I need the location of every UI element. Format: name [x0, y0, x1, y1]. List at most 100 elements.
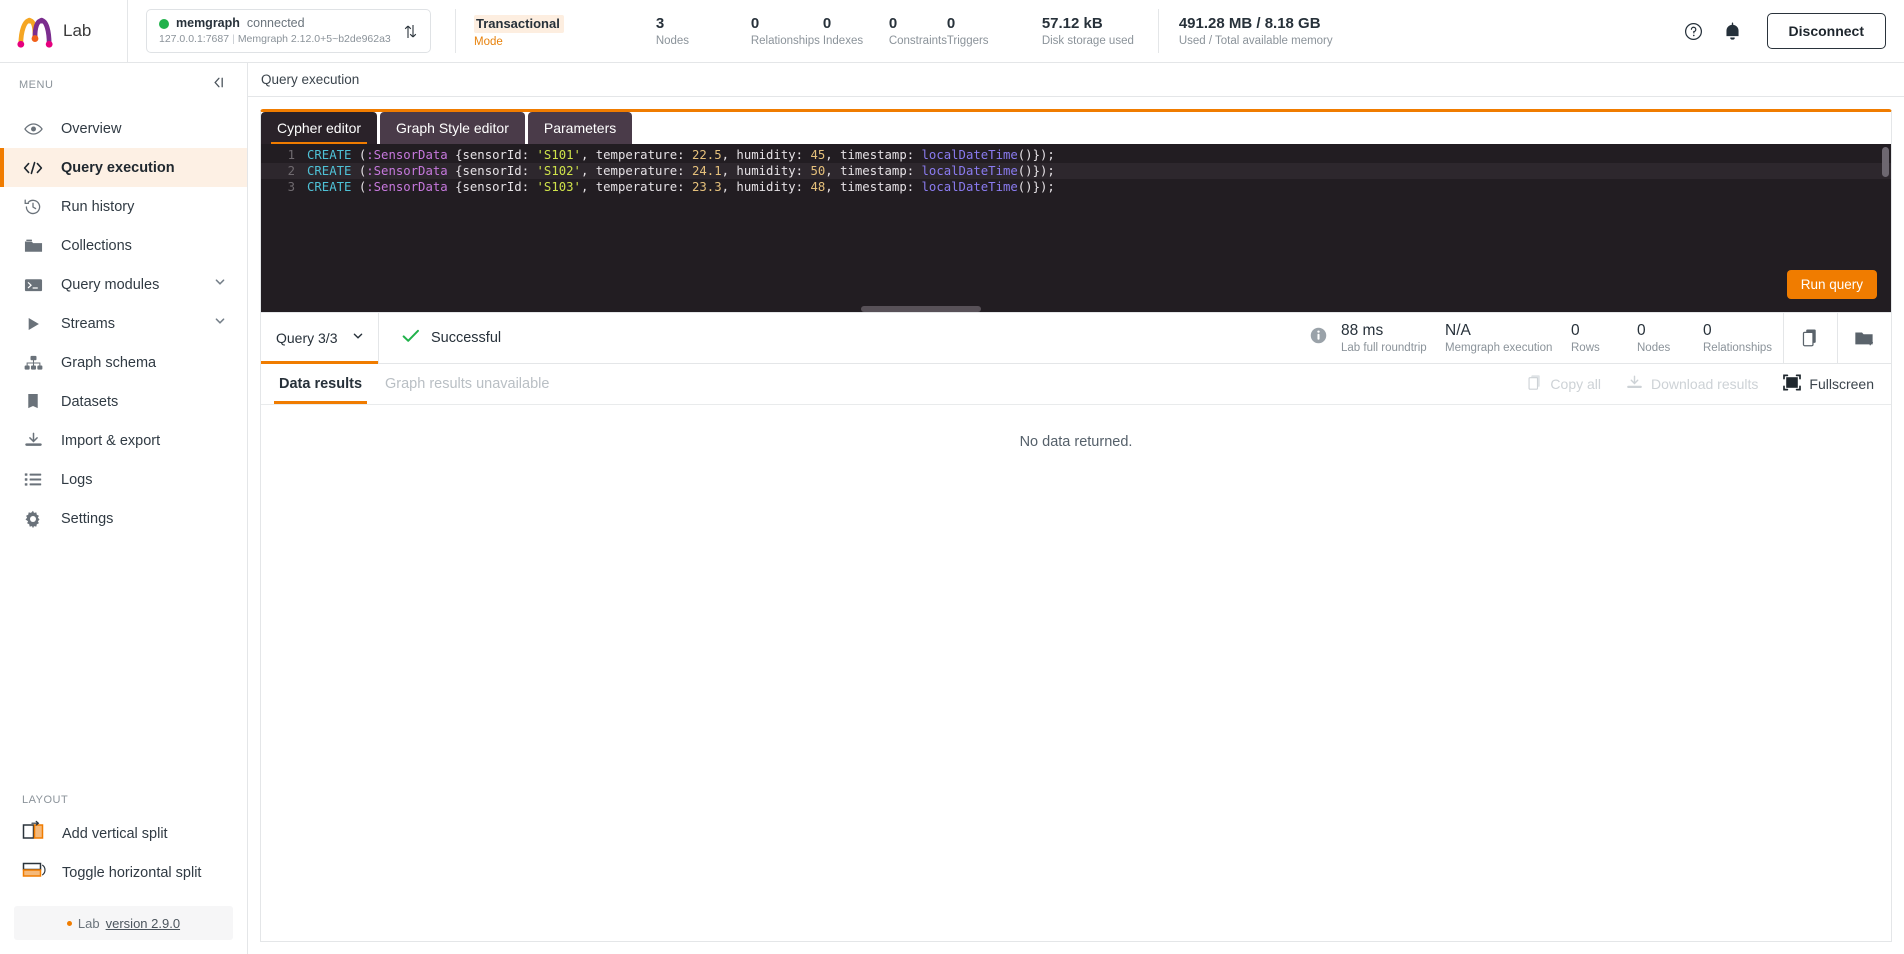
memory-usage: 491.28 MB / 8.18 GB Used / Total availab…: [1157, 9, 1333, 53]
tab-parameters[interactable]: Parameters: [527, 112, 633, 144]
swap-connection-icon[interactable]: [400, 23, 420, 40]
download-results-button[interactable]: Download results: [1626, 375, 1758, 394]
sidebar-item-query-execution[interactable]: Query execution: [0, 148, 247, 187]
add-vertical-split-button[interactable]: Add vertical split: [0, 814, 247, 853]
metric-nodes: 0 Nodes: [1637, 322, 1703, 354]
fullscreen-button[interactable]: Fullscreen: [1783, 374, 1874, 394]
sidebar-item-datasets[interactable]: Datasets: [0, 382, 247, 421]
top-bar: Lab memgraph connected 127.0.0.1:7687 | Me…: [0, 0, 1904, 63]
code-line: 3 CREATE (:SensorData {sensorId: 'S103', …: [261, 179, 1891, 195]
layout-item-label: Toggle horizontal split: [62, 864, 202, 881]
tab-cypher-editor[interactable]: Cypher editor: [261, 112, 378, 144]
history-icon: [22, 198, 44, 216]
sidebar-item-overview[interactable]: Overview: [0, 109, 247, 148]
gear-icon: [22, 510, 44, 528]
stat-nodes-value: 3: [655, 15, 665, 33]
query-selector-dropdown[interactable]: Query 3/3: [261, 313, 379, 364]
sidebar-menu-label: MENU: [19, 79, 54, 91]
stat-disk-storage-value: 57.12 kB: [1041, 15, 1103, 33]
notifications-bell-icon[interactable]: [1722, 20, 1744, 42]
sidebar-item-streams[interactable]: Streams: [0, 304, 247, 343]
tab-data-results[interactable]: Data results: [274, 364, 368, 404]
metric-relationships-label: Relationships: [1703, 341, 1773, 354]
metric-rows-value: 0: [1571, 322, 1580, 340]
editor-horizontal-scrollbar[interactable]: [861, 306, 981, 312]
results-panel: Data results Graph results unavailable C…: [260, 364, 1892, 942]
connection-card[interactable]: memgraph connected 127.0.0.1:7687 | Memgra…: [146, 9, 431, 53]
run-query-button[interactable]: Run query: [1786, 270, 1877, 299]
copy-query-button[interactable]: [1783, 313, 1837, 363]
code-line: 2 CREATE (:SensorData {sensorId: 'S102', …: [261, 163, 1891, 179]
code-line: 1 CREATE (:SensorData {sensorId: 'S101', …: [261, 147, 1891, 163]
editor-vertical-scrollbar[interactable]: [1882, 147, 1889, 177]
check-icon: [402, 329, 420, 348]
connection-details: 127.0.0.1:7687 | Memgraph 2.12.0+5~b2de962…: [159, 33, 391, 46]
cypher-code-editor[interactable]: 1 CREATE (:SensorData {sensorId: 'S101', …: [261, 144, 1891, 312]
info-icon[interactable]: [1310, 327, 1327, 349]
sidebar-nav: Overview Query execution Run history Col…: [0, 107, 247, 538]
help-icon[interactable]: [1683, 20, 1705, 42]
sidebar: MENU Overview Query execution Run histor…: [0, 63, 248, 954]
sidebar-item-label: Settings: [61, 510, 114, 527]
stat-disk-storage: 57.12 kB Disk storage used: [1042, 15, 1152, 47]
line-number: 2: [287, 164, 295, 178]
metric-relationships-value: 0: [1703, 322, 1712, 340]
sidebar-item-run-history[interactable]: Run history: [0, 187, 247, 226]
results-tabs: Data results Graph results unavailable C…: [261, 364, 1891, 405]
tab-graph-style-editor[interactable]: Graph Style editor: [380, 112, 525, 144]
fullscreen-label: Fullscreen: [1809, 376, 1874, 392]
sidebar-item-graph-schema[interactable]: Graph schema: [0, 343, 247, 382]
editor-wrapper: Cypher editor Graph Style editor Paramet…: [248, 97, 1904, 313]
stat-constraints-label: Constraints: [888, 34, 947, 47]
sidebar-item-import-export[interactable]: Import & export: [0, 421, 247, 460]
sidebar-layout-section: LAYOUT Add vertical split Toggle horizon…: [0, 794, 247, 954]
result-metrics: 88 ms Lab full roundtrip N/A Memgraph ex…: [1310, 313, 1783, 363]
collapse-sidebar-icon[interactable]: [210, 75, 225, 95]
sidebar-item-logs[interactable]: Logs: [0, 460, 247, 499]
disconnect-button[interactable]: Disconnect: [1766, 13, 1886, 49]
page-title-bar: Query execution: [248, 63, 1904, 97]
connection-db-name: memgraph: [176, 15, 240, 30]
sidebar-item-label: Overview: [61, 120, 122, 137]
vertical-split-icon: [22, 820, 46, 847]
horizontal-split-icon: [22, 859, 46, 886]
chevron-down-icon[interactable]: [213, 275, 227, 294]
save-to-collection-button[interactable]: [1837, 313, 1891, 363]
toggle-horizontal-split-button[interactable]: Toggle horizontal split: [0, 853, 247, 892]
line-number: 3: [287, 180, 295, 194]
metric-execution-label: Memgraph execution: [1445, 341, 1553, 354]
chevron-down-icon[interactable]: [213, 314, 227, 333]
metric-nodes-value: 0: [1637, 322, 1646, 340]
copy-all-button[interactable]: Copy all: [1527, 374, 1601, 394]
connection-state: connected: [246, 15, 305, 30]
sidebar-item-label: Streams: [61, 315, 115, 332]
layout-item-label: Add vertical split: [62, 825, 168, 842]
stat-relationships: 0 Relationships: [751, 15, 823, 47]
transaction-mode[interactable]: Transactional Mode: [455, 9, 564, 53]
code-text: CREATE (:SensorData {sensorId: 'S103', t…: [307, 180, 1055, 194]
metric-roundtrip: 88 ms Lab full roundtrip: [1341, 322, 1445, 354]
sidebar-item-label: Collections: [61, 237, 132, 254]
sidebar-item-query-modules[interactable]: Query modules: [0, 265, 247, 304]
mode-label: Mode: [474, 35, 503, 48]
sidebar-item-label: Logs: [61, 471, 93, 488]
download-icon: [22, 432, 44, 449]
body: MENU Overview Query execution Run histor…: [0, 63, 1904, 954]
version-link[interactable]: version 2.9.0: [106, 916, 180, 931]
brand[interactable]: Lab: [0, 0, 128, 63]
eye-icon: [22, 121, 44, 137]
sidebar-item-collections[interactable]: Collections: [0, 226, 247, 265]
metric-rows-label: Rows: [1571, 341, 1600, 354]
tab-graph-results: Graph results unavailable: [385, 376, 550, 392]
stat-triggers-label: Triggers: [946, 34, 989, 47]
memory-label: Used / Total available memory: [1178, 34, 1333, 47]
metric-execution: N/A Memgraph execution: [1445, 322, 1571, 354]
code-icon: [22, 160, 44, 176]
connection-status-dot: [159, 18, 169, 29]
copy-icon: [1527, 374, 1542, 394]
version-dot-icon: [66, 920, 72, 926]
stat-indexes-label: Indexes: [822, 34, 864, 47]
sidebar-item-settings[interactable]: Settings: [0, 499, 247, 538]
version-bar: Lab version 2.9.0: [14, 906, 233, 940]
connection-status-line: memgraph connected: [159, 15, 400, 31]
